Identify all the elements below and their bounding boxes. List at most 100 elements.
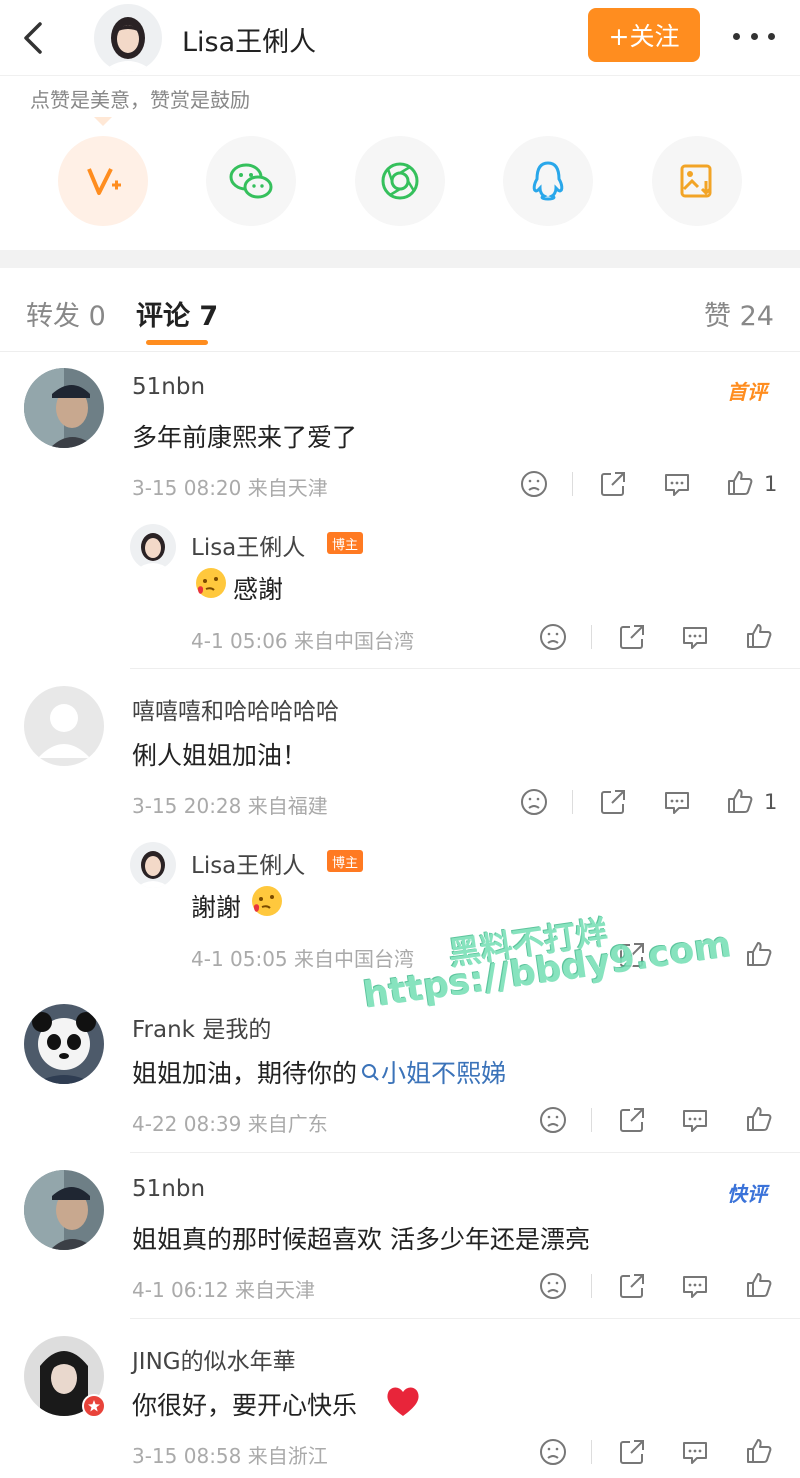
comment-text-main: 姐姐加油，期待你的: [132, 1059, 358, 1088]
tab-likes[interactable]: 赞 24: [704, 294, 774, 333]
reply-username[interactable]: Lisa王俐人: [191, 846, 305, 880]
comment-text: 俐人姐姐加油！: [132, 741, 308, 770]
action-divider: [572, 472, 573, 496]
v-plus-share-button[interactable]: [58, 136, 148, 226]
reply-meta: 4-1 05:05 来自中国台湾: [191, 947, 415, 971]
comment-meta: 4-1 06:12 来自天津: [132, 1278, 316, 1302]
share-icon[interactable]: [617, 1271, 647, 1301]
reply-icon[interactable]: [680, 1437, 710, 1467]
quick-comment-tag: 快评: [727, 1182, 767, 1206]
reply-avatar[interactable]: [130, 842, 176, 888]
user-avatar[interactable]: [24, 1004, 104, 1084]
comment-divider: [130, 1318, 800, 1319]
comment-username[interactable]: 51nbn: [132, 374, 205, 400]
dislike-icon[interactable]: [538, 1437, 568, 1467]
comment-text: 多年前康熙来了爱了: [132, 423, 358, 452]
active-tab-indicator: [146, 340, 208, 345]
red-heart-icon: [387, 1387, 419, 1416]
topic-link[interactable]: 小姐不熙娣: [357, 1059, 506, 1088]
reply-icon[interactable]: [662, 787, 692, 817]
host-badge: 博主: [327, 850, 363, 872]
wechat-icon: [229, 163, 273, 199]
dislike-icon[interactable]: [538, 1271, 568, 1301]
hint-pointer: [94, 117, 112, 126]
blush-emoji-icon: [252, 886, 282, 916]
comment-meta: 4-22 08:39 来自广东: [132, 1112, 328, 1136]
reply-meta: 4-1 05:06 来自中国台湾: [191, 629, 415, 653]
comment-text: 姐姐真的那时候超喜欢 活多少年还是漂亮: [132, 1225, 590, 1254]
user-avatar[interactable]: [24, 1170, 104, 1250]
more-icon[interactable]: [733, 33, 775, 41]
share-icon[interactable]: [598, 469, 628, 499]
reply-icon[interactable]: [680, 1105, 710, 1135]
share-icon[interactable]: [617, 622, 647, 652]
reply-icon[interactable]: [662, 469, 692, 499]
comment-meta: 3-15 08:58 来自浙江: [132, 1444, 328, 1468]
host-badge: 博主: [327, 532, 363, 554]
qq-share-button[interactable]: [503, 136, 593, 226]
comment-meta: 3-15 20:28 来自福建: [132, 794, 328, 818]
comment-text: 你很好，要开心快乐: [132, 1391, 358, 1420]
reply-icon[interactable]: [680, 1271, 710, 1301]
verified-badge-icon: [82, 1394, 106, 1418]
share-row: [0, 136, 800, 228]
reply-icon[interactable]: [680, 622, 710, 652]
reply-username[interactable]: Lisa王俐人: [191, 528, 305, 562]
like-count: 1: [764, 472, 778, 496]
blush-emoji-icon: [196, 568, 226, 598]
action-divider: [591, 625, 592, 649]
like-icon[interactable]: [744, 1436, 774, 1466]
wechat-share-button[interactable]: [206, 136, 296, 226]
comment-username[interactable]: Frank 是我的: [132, 1010, 271, 1044]
user-avatar[interactable]: [24, 368, 104, 448]
first-comment-tag: 首评: [727, 380, 767, 404]
save-image-share-button[interactable]: [652, 136, 742, 226]
share-hint: 点赞是美意，赞赏是鼓励: [30, 88, 250, 112]
dislike-icon[interactable]: [519, 469, 549, 499]
save-image-icon: [680, 164, 712, 198]
like-icon[interactable]: [725, 468, 755, 498]
topic-link-label: 小姐不熙娣: [381, 1059, 507, 1088]
author-name[interactable]: Lisa王俐人: [182, 20, 316, 59]
like-icon[interactable]: [744, 621, 774, 651]
search-icon: [362, 1064, 379, 1081]
share-icon[interactable]: [598, 787, 628, 817]
user-avatar[interactable]: [24, 686, 104, 766]
like-icon[interactable]: [725, 786, 755, 816]
follow-button[interactable]: +关注: [588, 8, 700, 62]
tab-bar: 转发 0 评论 7 赞 24: [0, 268, 800, 352]
action-divider: [591, 1108, 592, 1132]
v-plus-icon: [87, 168, 121, 195]
comment-username[interactable]: 嘻嘻嘻和哈哈哈哈哈: [132, 692, 339, 726]
moments-icon: [381, 162, 419, 200]
share-icon[interactable]: [617, 1105, 647, 1135]
moments-share-button[interactable]: [355, 136, 445, 226]
back-arrow-icon[interactable]: [18, 18, 48, 58]
dislike-icon[interactable]: [519, 787, 549, 817]
share-icon[interactable]: [617, 1437, 647, 1467]
comment-username[interactable]: JING的似水年華: [132, 1342, 296, 1376]
dislike-icon[interactable]: [538, 622, 568, 652]
dislike-icon[interactable]: [538, 1105, 568, 1135]
action-divider: [572, 790, 573, 814]
action-divider: [591, 1274, 592, 1298]
author-avatar[interactable]: [94, 4, 162, 72]
like-icon[interactable]: [744, 1104, 774, 1134]
comment-divider: [130, 1152, 800, 1153]
tab-repost[interactable]: 转发 0: [26, 294, 106, 333]
comment-username[interactable]: 51nbn: [132, 1176, 205, 1202]
section-gap: [0, 250, 800, 268]
action-divider: [591, 1440, 592, 1464]
like-icon[interactable]: [744, 939, 774, 969]
reply-text: 謝謝: [191, 893, 242, 922]
top-bar: Lisa王俐人 +关注: [0, 0, 800, 76]
tab-comments[interactable]: 评论 7: [136, 294, 218, 333]
qq-icon: [532, 161, 564, 201]
comment-divider: [130, 668, 800, 669]
reply-avatar[interactable]: [130, 524, 176, 570]
comment-text: 姐姐加油，期待你的 小姐不熙娣: [132, 1054, 506, 1090]
reply-text: 感謝: [233, 575, 284, 604]
like-count: 1: [764, 790, 778, 814]
like-icon[interactable]: [744, 1270, 774, 1300]
comment-meta: 3-15 08:20 来自天津: [132, 476, 328, 500]
